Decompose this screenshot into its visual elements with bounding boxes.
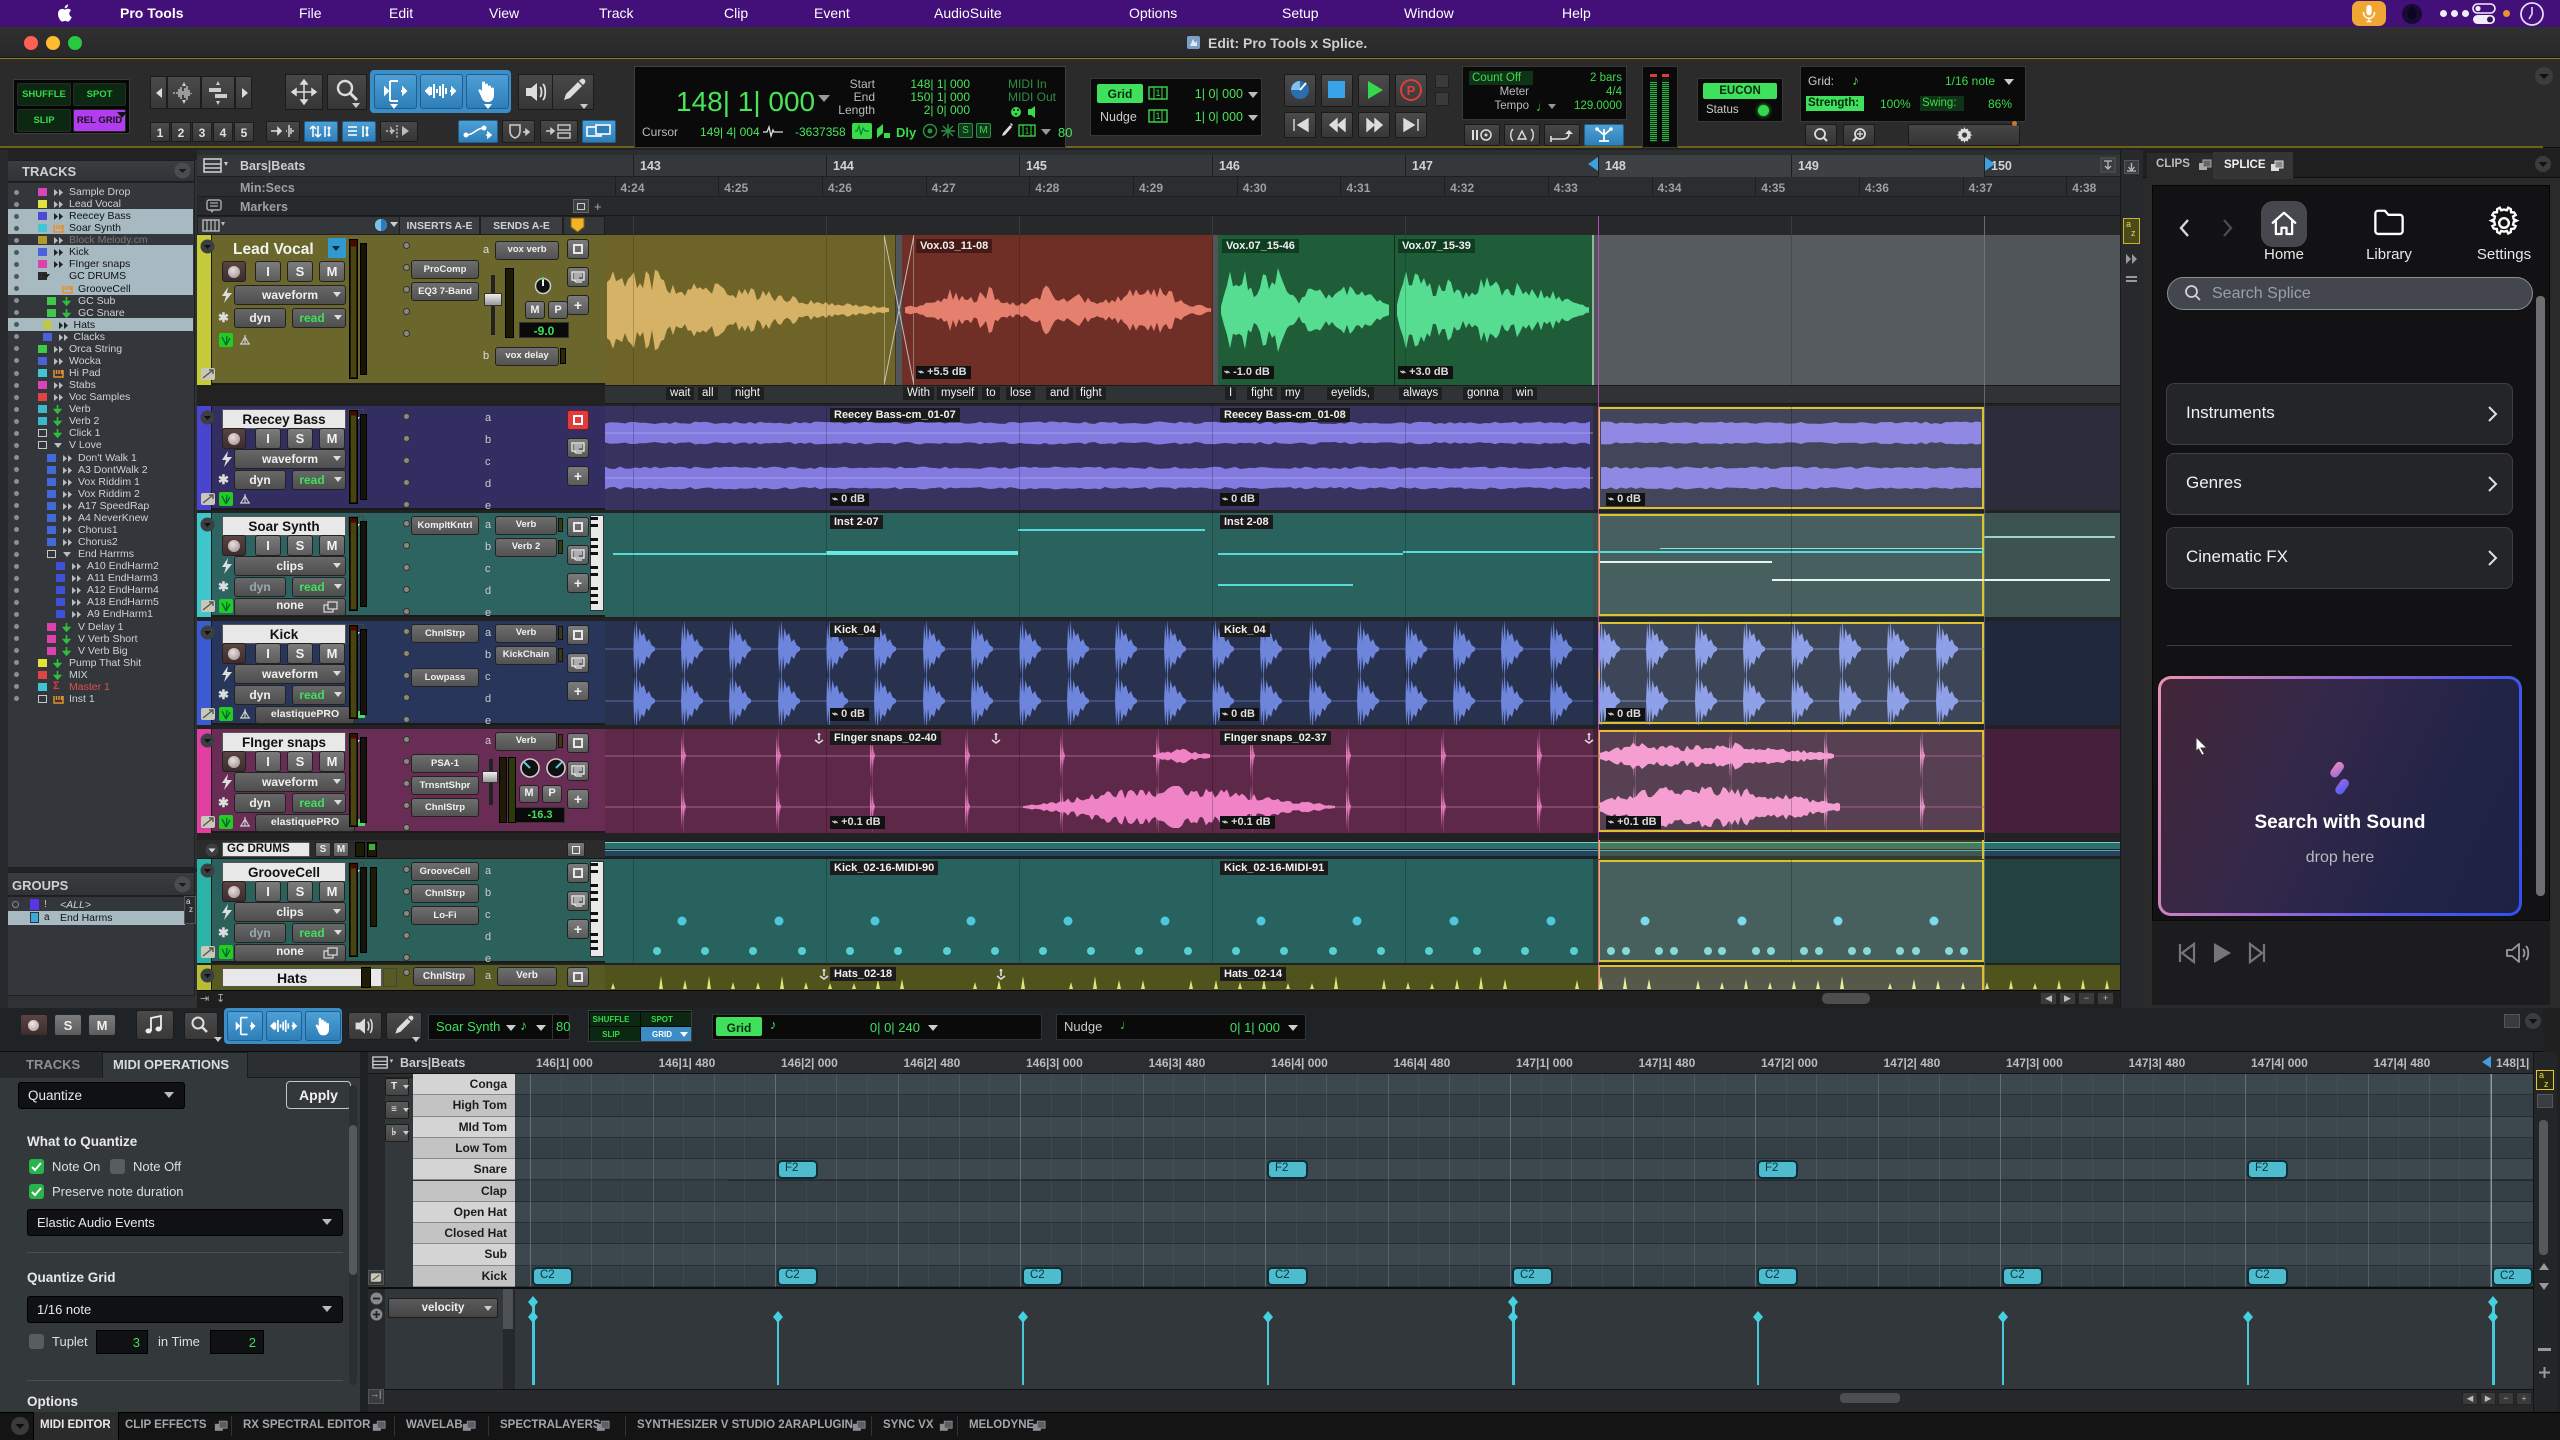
svg-text:1: 1 [1155, 111, 1160, 121]
svg-text:P: P [1407, 83, 1416, 98]
svg-text:1: 1 [1025, 127, 1030, 136]
svg-text:1: 1 [1155, 88, 1160, 98]
